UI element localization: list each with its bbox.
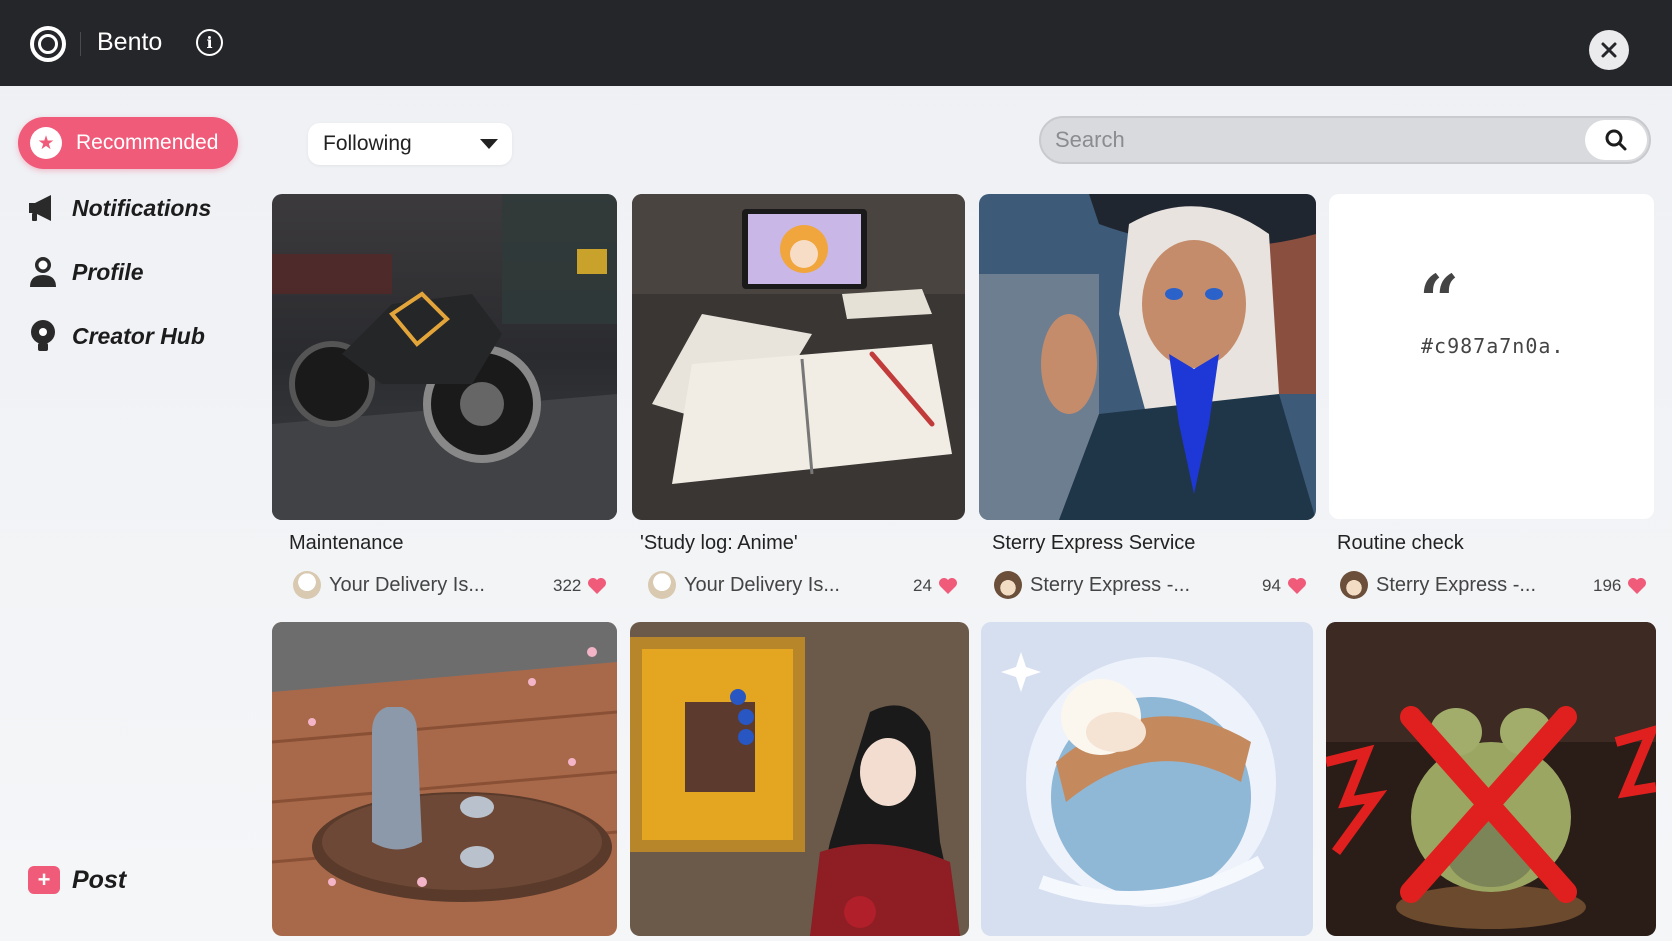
sidebar-item-label: Notifications	[72, 194, 212, 221]
post-image-sterry-express[interactable]	[979, 194, 1316, 520]
post-image-bubble-cat[interactable]	[981, 622, 1313, 936]
author-name: Your Delivery Is...	[329, 573, 485, 596]
likes-value: 24	[913, 576, 932, 595]
like-count[interactable]: 94	[1262, 576, 1307, 596]
app-logo-icon[interactable]	[30, 26, 66, 62]
sidebar-item-creator-hub[interactable]: Creator Hub	[26, 316, 205, 356]
recommended-label: Recommended	[76, 131, 219, 154]
post-author[interactable]: Your Delivery Is...	[293, 571, 485, 599]
post-title[interactable]: 'Study log: Anime'	[640, 532, 798, 555]
post-text-card[interactable]: “ #c987a7n0a.	[1329, 194, 1654, 519]
likes-value: 196	[1593, 576, 1622, 595]
heart-icon	[938, 578, 957, 594]
post-image-kimono-character[interactable]	[630, 622, 969, 936]
search-icon	[1605, 129, 1627, 151]
post-author[interactable]: Your Delivery Is...	[648, 571, 840, 599]
post-label: Post	[72, 865, 127, 894]
author-avatar	[1340, 571, 1368, 599]
caret-down-icon	[480, 139, 498, 149]
heart-icon	[1287, 578, 1306, 594]
like-count[interactable]: 24	[913, 576, 958, 596]
author-avatar	[994, 571, 1022, 599]
close-icon	[1601, 42, 1617, 58]
lightbulb-icon	[26, 319, 60, 353]
megaphone-icon	[26, 191, 60, 225]
filter-selected-value: Following	[323, 132, 412, 155]
post-image-sake-set[interactable]	[272, 622, 617, 936]
app-title: Bento	[97, 28, 163, 56]
heart-icon	[588, 578, 607, 594]
post-author[interactable]: Sterry Express -...	[994, 571, 1190, 599]
search-button[interactable]	[1585, 120, 1647, 160]
heart-icon	[1628, 578, 1647, 594]
sidebar-item-label: Profile	[72, 258, 144, 285]
post-image-frog-statue[interactable]	[1326, 622, 1656, 936]
search-input[interactable]	[1055, 126, 1575, 154]
post-title[interactable]: Routine check	[1337, 532, 1464, 555]
quote-icon: “	[1419, 259, 1460, 342]
divider	[80, 32, 81, 56]
author-name: Sterry Express -...	[1376, 573, 1537, 596]
author-avatar	[648, 571, 676, 599]
close-button[interactable]	[1589, 30, 1629, 70]
info-icon[interactable]: i	[196, 29, 223, 56]
plus-icon: +	[28, 866, 60, 894]
post-title[interactable]: Sterry Express Service	[992, 532, 1195, 555]
feed-filter-dropdown[interactable]: Following	[308, 123, 512, 165]
recommended-button[interactable]: ★ Recommended	[18, 117, 238, 169]
author-name: Sterry Express -...	[1030, 573, 1191, 596]
post-author[interactable]: Sterry Express -...	[1340, 571, 1536, 599]
top-bar: Bento i	[0, 0, 1672, 86]
search-bar	[1039, 116, 1651, 164]
post-title[interactable]: Maintenance	[289, 532, 404, 555]
author-avatar	[293, 571, 321, 599]
quote-text: #c987a7n0a.	[1421, 334, 1565, 358]
likes-value: 94	[1262, 576, 1281, 595]
post-image-motorcycle[interactable]	[272, 194, 617, 520]
star-icon: ★	[30, 127, 62, 159]
sidebar-item-profile[interactable]: Profile	[26, 252, 144, 292]
likes-value: 322	[553, 576, 582, 595]
like-count[interactable]: 322	[553, 576, 607, 596]
sidebar-item-notifications[interactable]: Notifications	[26, 188, 211, 228]
person-icon	[26, 255, 60, 289]
post-image-study-log[interactable]	[632, 194, 965, 520]
author-name: Your Delivery Is...	[684, 573, 840, 596]
like-count[interactable]: 196	[1593, 576, 1647, 596]
sidebar-item-label: Creator Hub	[72, 322, 205, 349]
post-button[interactable]: + Post	[28, 860, 126, 900]
